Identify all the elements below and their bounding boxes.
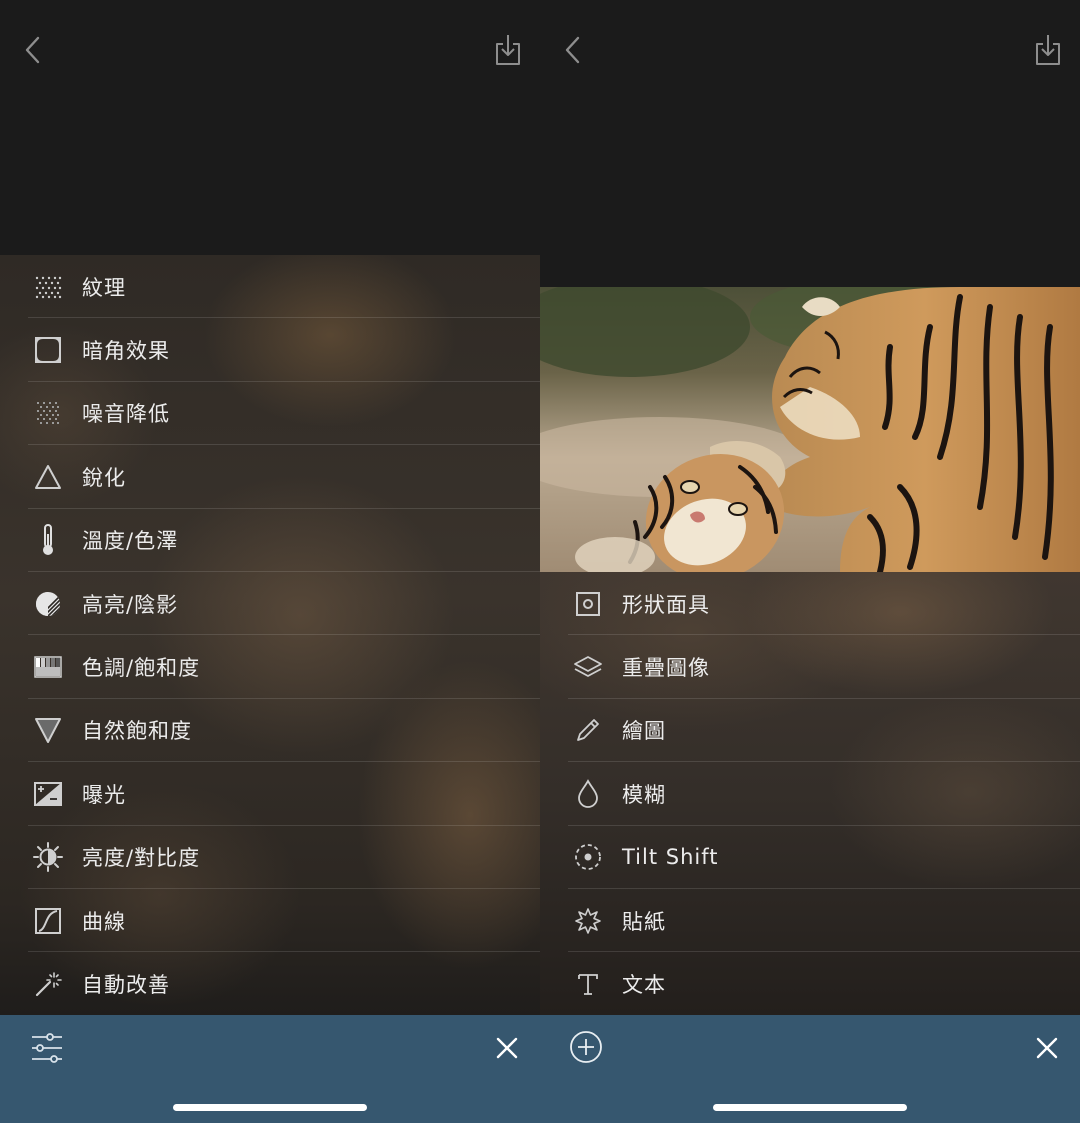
droplet-icon (568, 774, 608, 814)
menu-item-label: 紋理 (82, 275, 126, 300)
menu-item-label: 高亮/陰影 (82, 592, 179, 617)
menu-item-hue-saturation[interactable]: 色調/飽和度 (0, 635, 540, 700)
menu-item-label: 色調/飽和度 (82, 656, 201, 681)
sliders-icon (32, 1033, 62, 1063)
highlights-shadows-icon (28, 584, 68, 624)
menu-item-label: 暗角效果 (82, 339, 170, 364)
overlay-tools-screen: 形狀面具 重疊圖像 繪圖 模糊 Tilt Shift 貼紙 文本 (540, 0, 1080, 1123)
sticker-icon (568, 901, 608, 941)
share-button[interactable] (492, 30, 524, 68)
exposure-icon (28, 774, 68, 814)
home-indicator (173, 1104, 367, 1111)
menu-item-exposure[interactable]: 曝光 (0, 762, 540, 826)
share-icon (1036, 35, 1060, 65)
bottom-toolbar (540, 1015, 1080, 1123)
pencil-icon (568, 710, 608, 750)
photo-preview[interactable] (540, 287, 1080, 572)
menu-item-label: 噪音降低 (82, 402, 170, 427)
plus-circle-icon (570, 1031, 602, 1063)
menu-item-sticker[interactable]: 貼紙 (540, 889, 1080, 953)
bottom-toolbar (0, 1015, 540, 1123)
close-button[interactable] (1030, 1031, 1064, 1065)
menu-item-label: 溫度/色澤 (82, 529, 179, 554)
shape-mask-icon (568, 584, 608, 624)
vignette-icon (28, 330, 68, 370)
texture-icon (28, 267, 68, 307)
layers-icon (568, 647, 608, 687)
menu-item-label: 重疊圖像 (622, 656, 710, 681)
top-bar (540, 0, 1080, 100)
noise-reduction-icon (28, 393, 68, 433)
chevron-left-icon (565, 36, 580, 64)
menu-item-label: Tilt Shift (622, 845, 719, 870)
menu-item-auto-enhance[interactable]: 自動改善 (0, 952, 540, 1015)
adjustments-tool-button[interactable] (28, 1029, 66, 1067)
vibrance-icon (28, 710, 68, 750)
tilt-shift-icon (568, 837, 608, 877)
menu-item-blur[interactable]: 模糊 (540, 762, 1080, 826)
menu-item-curves[interactable]: 曲線 (0, 889, 540, 953)
tiger-photo (540, 287, 1080, 572)
menu-item-label: 自動改善 (82, 972, 170, 997)
chevron-left-icon (25, 36, 40, 64)
adjustments-menu: 紋理 暗角效果 噪音降低 銳化 溫度/色澤 高亮/陰影 色調/飽和度 自然飽和度… (0, 255, 540, 1016)
menu-item-tilt-shift[interactable]: Tilt Shift (540, 826, 1080, 890)
menu-item-sharpen[interactable]: 銳化 (0, 445, 540, 509)
menu-item-vibrance[interactable]: 自然飽和度 (0, 699, 540, 763)
overlay-tools-menu: 形狀面具 重疊圖像 繪圖 模糊 Tilt Shift 貼紙 文本 (540, 572, 1080, 1016)
menu-item-label: 曝光 (82, 782, 126, 807)
adjustments-screen: 紋理 暗角效果 噪音降低 銳化 溫度/色澤 高亮/陰影 色調/飽和度 自然飽和度… (0, 0, 540, 1123)
menu-item-label: 曲線 (82, 909, 126, 934)
menu-item-label: 亮度/對比度 (82, 846, 201, 871)
menu-item-texture[interactable]: 紋理 (0, 255, 540, 319)
back-button[interactable] (558, 30, 590, 70)
menu-item-label: 模糊 (622, 782, 666, 807)
menu-item-label: 文本 (622, 973, 666, 998)
menu-item-noise-reduction[interactable]: 噪音降低 (0, 382, 540, 446)
add-button[interactable] (566, 1027, 606, 1067)
menu-item-label: 銳化 (82, 465, 126, 490)
menu-item-label: 形狀面具 (622, 592, 710, 617)
close-icon (1036, 1037, 1058, 1059)
magic-wand-icon (28, 964, 68, 1004)
curves-icon (28, 901, 68, 941)
menu-item-temperature[interactable]: 溫度/色澤 (0, 509, 540, 573)
top-bar (0, 0, 540, 100)
menu-item-brightness-contrast[interactable]: 亮度/對比度 (0, 826, 540, 890)
brightness-contrast-icon (28, 837, 68, 877)
text-icon (568, 964, 608, 1004)
home-indicator (713, 1104, 907, 1111)
share-icon (496, 35, 520, 65)
share-button[interactable] (1032, 30, 1064, 68)
menu-item-shape-mask[interactable]: 形狀面具 (540, 572, 1080, 636)
hue-saturation-icon (28, 647, 68, 687)
menu-item-highlights-shadows[interactable]: 高亮/陰影 (0, 572, 540, 636)
back-button[interactable] (18, 30, 50, 70)
menu-item-label: 繪圖 (622, 719, 666, 744)
menu-item-draw[interactable]: 繪圖 (540, 699, 1080, 763)
close-button[interactable] (490, 1031, 524, 1065)
menu-item-text[interactable]: 文本 (540, 952, 1080, 1015)
menu-item-overlay-image[interactable]: 重疊圖像 (540, 635, 1080, 700)
close-icon (496, 1037, 518, 1059)
menu-item-vignette[interactable]: 暗角效果 (0, 318, 540, 383)
sharpen-icon (28, 457, 68, 497)
thermometer-icon (28, 520, 68, 560)
menu-item-label: 自然飽和度 (82, 719, 192, 744)
menu-item-label: 貼紙 (622, 909, 666, 934)
